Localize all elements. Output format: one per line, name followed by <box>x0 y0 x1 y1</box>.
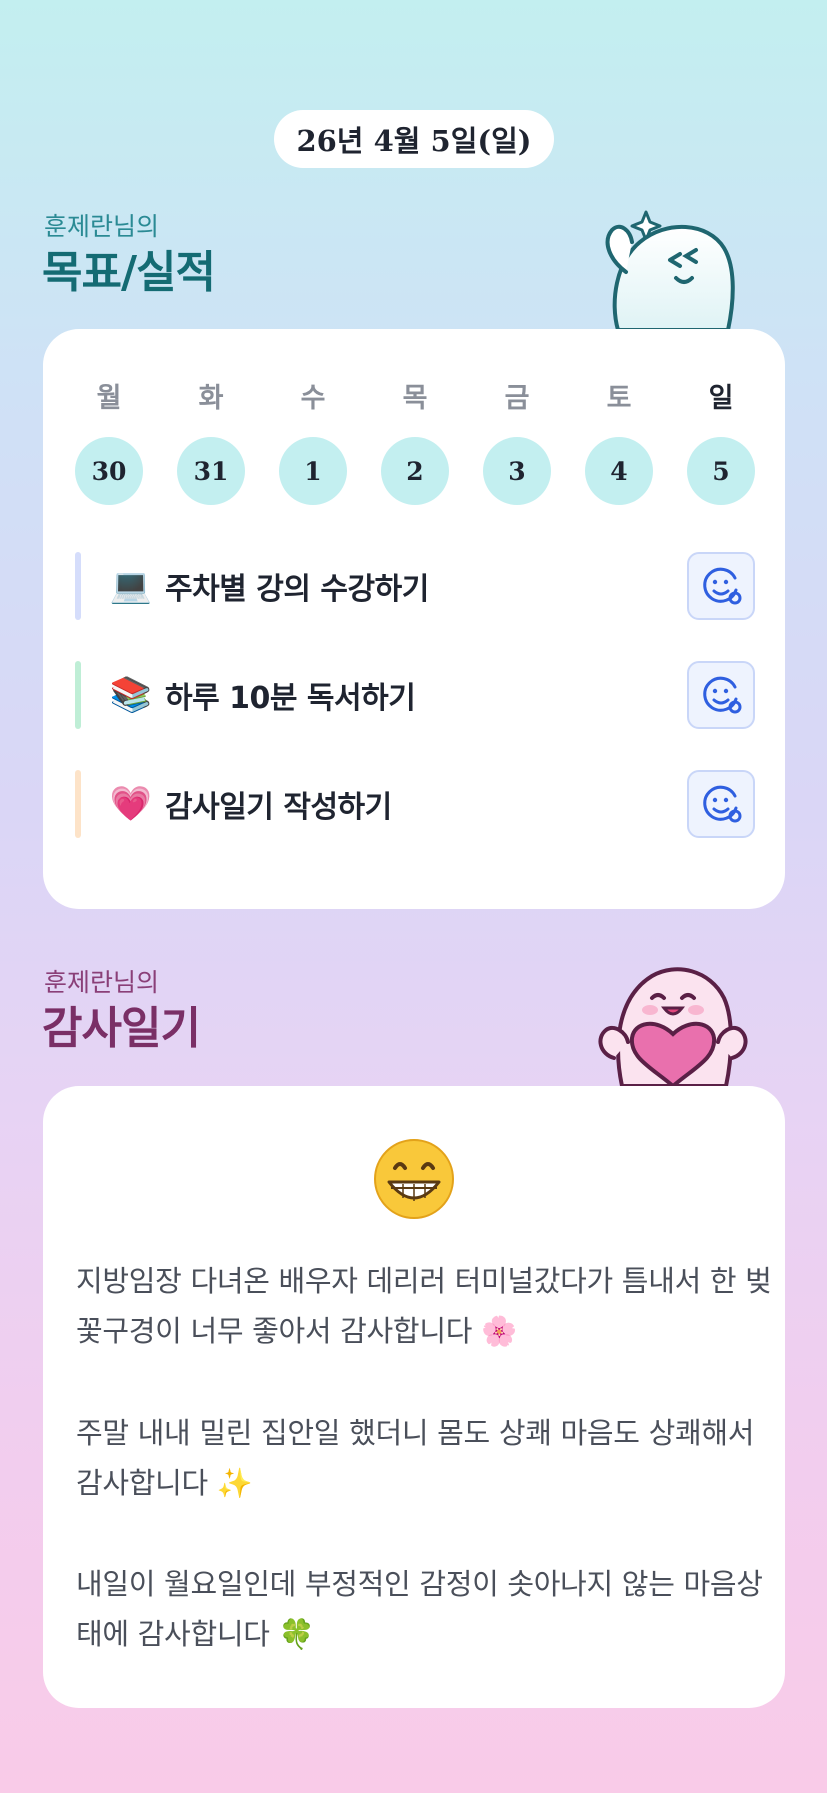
diary-entry: 지방임장 다녀온 배우자 데리러 터미널갔다가 틈내서 한 벚꽃구경이 너무 좋… <box>76 1256 776 1356</box>
goal-accent-bar <box>75 770 81 838</box>
day-label: 일 <box>708 383 734 414</box>
day-number: 1 <box>279 437 347 505</box>
day-number: 3 <box>483 437 551 505</box>
goal-mood-button[interactable] <box>687 661 755 729</box>
goal-item: 📚 하루 10분 독서하기 <box>75 660 755 730</box>
goal-mood-button[interactable] <box>687 770 755 838</box>
day-label: 화 <box>198 383 224 414</box>
day-number: 30 <box>75 437 143 505</box>
day-label: 목 <box>402 383 428 414</box>
day-number: 5 <box>687 437 755 505</box>
goal-label: 주차별 강의 수강하기 <box>165 572 429 607</box>
clover-icon: 🍀 <box>278 1617 315 1651</box>
day-number: 31 <box>177 437 245 505</box>
diary-entry: 내일이 월요일인데 부정적인 감정이 솟아나지 않는 마음상태에 감사합니다 🍀 <box>76 1559 776 1659</box>
day-sat[interactable]: 토 4 <box>585 379 653 505</box>
day-tue[interactable]: 화 31 <box>177 379 245 505</box>
goal-label: 감사일기 작성하기 <box>165 790 392 825</box>
grinning-face-icon <box>43 1138 785 1224</box>
goal-accent-bar <box>75 552 81 620</box>
day-label: 수 <box>300 383 326 414</box>
laptop-icon: 💻 <box>109 566 153 606</box>
goal-accent-bar <box>75 661 81 729</box>
goals-card: 월 30 화 31 수 1 목 2 금 3 토 4 일 5 💻 주차별 강의 수… <box>43 329 785 909</box>
goal-item: 💗 감사일기 작성하기 <box>75 769 755 839</box>
goal-mood-button[interactable] <box>687 552 755 620</box>
date-label: 26년 4월 5일(일) <box>296 124 532 158</box>
day-number: 4 <box>585 437 653 505</box>
mascot-heart-icon <box>598 967 748 1086</box>
week-strip: 월 30 화 31 수 1 목 2 금 3 토 4 일 5 <box>75 379 755 505</box>
smile-face-icon <box>703 676 742 714</box>
diary-entry-text: 지방임장 다녀온 배우자 데리러 터미널갔다가 틈내서 한 벚꽃구경이 너무 좋… <box>76 1264 772 1348</box>
day-number: 2 <box>381 437 449 505</box>
goals-section-title: 목표/실적 <box>42 247 216 298</box>
diary-entry: 주말 내내 밀린 집안일 했더니 몸도 상쾌 마음도 상쾌해서 감사합니다 ✨ <box>76 1408 776 1508</box>
smile-face-icon <box>703 785 742 823</box>
sparkles-icon: ✨ <box>216 1466 253 1500</box>
goal-label: 하루 10분 독서하기 <box>165 681 416 716</box>
diary-section-title: 감사일기 <box>42 1003 201 1054</box>
day-label: 토 <box>606 383 632 414</box>
mascot-cheer-icon <box>605 210 735 330</box>
day-label: 금 <box>504 383 530 414</box>
cherry-blossom-icon: 🌸 <box>481 1314 517 1348</box>
diary-card: 지방임장 다녀온 배우자 데리러 터미널갔다가 틈내서 한 벚꽃구경이 너무 좋… <box>43 1086 785 1708</box>
day-mon[interactable]: 월 30 <box>75 379 143 505</box>
day-label: 월 <box>96 383 122 414</box>
date-pill[interactable]: 26년 4월 5일(일) <box>274 110 554 168</box>
day-thu[interactable]: 목 2 <box>381 379 449 505</box>
day-fri[interactable]: 금 3 <box>483 379 551 505</box>
smile-face-icon <box>703 567 742 605</box>
books-icon: 📚 <box>109 675 153 715</box>
diary-entry-text: 내일이 월요일인데 부정적인 감정이 솟아나지 않는 마음상태에 감사합니다 <box>76 1567 763 1651</box>
goal-item: 💻 주차별 강의 수강하기 <box>75 551 755 621</box>
day-sun-selected[interactable]: 일 5 <box>687 379 755 505</box>
heart-icon: 💗 <box>109 784 153 824</box>
diary-entry-text: 주말 내내 밀린 집안일 했더니 몸도 상쾌 마음도 상쾌해서 감사합니다 <box>76 1416 755 1500</box>
day-wed[interactable]: 수 1 <box>279 379 347 505</box>
